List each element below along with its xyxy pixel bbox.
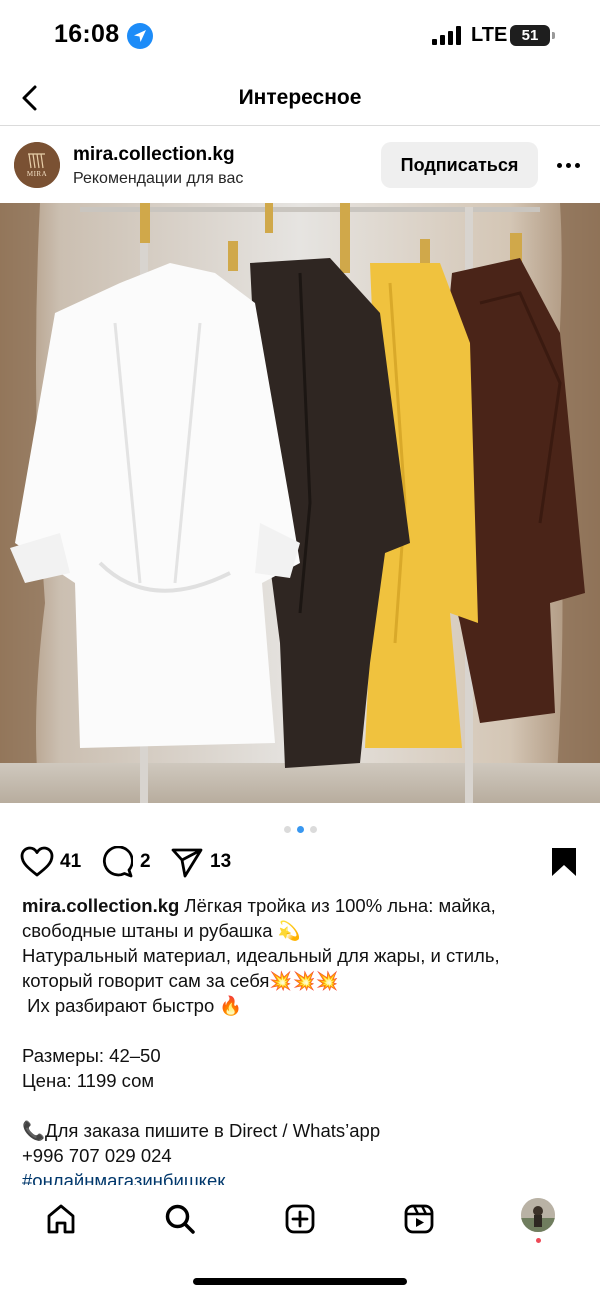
post-caption: mira.collection.kg Лёгкая тройка из 100%… <box>22 893 582 1193</box>
bottom-tab-bar <box>0 1185 600 1255</box>
logo-icon <box>14 142 60 188</box>
post-actions: 41 2 13 <box>0 842 600 882</box>
caption-line-4: который говорит сам за себя💥💥💥 <box>22 970 339 991</box>
battery-icon: 51 <box>510 25 550 46</box>
avatar-text: MIRA <box>26 170 48 178</box>
status-time: 16:08 <box>54 20 120 48</box>
avatar[interactable]: MIRA <box>14 142 60 188</box>
tab-search[interactable] <box>158 1197 202 1241</box>
network-label: LTE <box>471 24 508 46</box>
like-button[interactable] <box>20 846 54 878</box>
caption-line-6: Размеры: 42–50 <box>22 1045 161 1066</box>
caption-line-8: 📞Для заказа пишите в Direct / Whats’app <box>22 1120 381 1141</box>
carousel-dot-active <box>296 826 304 833</box>
comment-count[interactable]: 2 <box>140 851 151 873</box>
caption-line-5: Их разбирают быстро 🔥 <box>22 995 243 1016</box>
more-dots-icon[interactable] <box>554 151 584 179</box>
follow-button[interactable]: Подписаться <box>381 142 538 188</box>
battery-cap <box>552 32 555 39</box>
caption-line-9: +996 707 029 024 <box>22 1145 172 1166</box>
carousel-dot <box>309 826 317 833</box>
comment-button[interactable] <box>101 846 133 878</box>
page-title: Интересное <box>238 86 362 109</box>
notification-dot <box>536 1238 541 1243</box>
save-button[interactable] <box>550 846 578 878</box>
share-button[interactable] <box>171 846 203 878</box>
reels-icon <box>404 1204 434 1234</box>
clothing-photo <box>0 203 600 803</box>
bookmark-filled-icon <box>552 848 576 876</box>
profile-avatar[interactable] <box>521 1198 555 1232</box>
heart-icon <box>20 846 54 877</box>
tab-new-post[interactable] <box>278 1197 322 1241</box>
caption-line-3: Натуральный материал, идеальный для жары… <box>22 945 500 966</box>
post-username[interactable]: mira.collection.kg <box>73 144 235 166</box>
caption-line-1: Лёгкая тройка из 100% льна: майка, <box>179 895 496 916</box>
profile-photo <box>521 1198 555 1232</box>
caption-username[interactable]: mira.collection.kg <box>22 895 179 916</box>
battery-level: 51 <box>521 27 539 44</box>
comment-icon <box>102 846 133 878</box>
new-post-icon <box>285 1204 315 1234</box>
post-subtitle: Рекомендации для вас <box>73 170 244 187</box>
carousel-dot <box>283 826 291 833</box>
caption-line-7: Цена: 1199 сом <box>22 1070 155 1091</box>
post-header: MIRA mira.collection.kg Рекомендации для… <box>0 127 600 203</box>
search-icon <box>165 1204 195 1234</box>
status-bar: 16:08 LTE 51 <box>0 0 600 70</box>
tab-home[interactable] <box>39 1197 83 1241</box>
location-arrow-icon <box>127 23 153 49</box>
home-indicator <box>193 1278 407 1285</box>
home-icon <box>47 1204 75 1234</box>
paper-plane-icon <box>171 848 203 878</box>
nav-header: Интересное <box>0 70 600 126</box>
carousel-dots <box>0 820 600 833</box>
tab-reels[interactable] <box>397 1197 441 1241</box>
cellular-signal-icon <box>432 26 462 45</box>
post-image[interactable] <box>0 203 600 803</box>
like-count[interactable]: 41 <box>60 851 81 873</box>
share-count[interactable]: 13 <box>210 851 231 873</box>
caption-line-2: свободные штаны и рубашка 💫 <box>22 920 301 941</box>
